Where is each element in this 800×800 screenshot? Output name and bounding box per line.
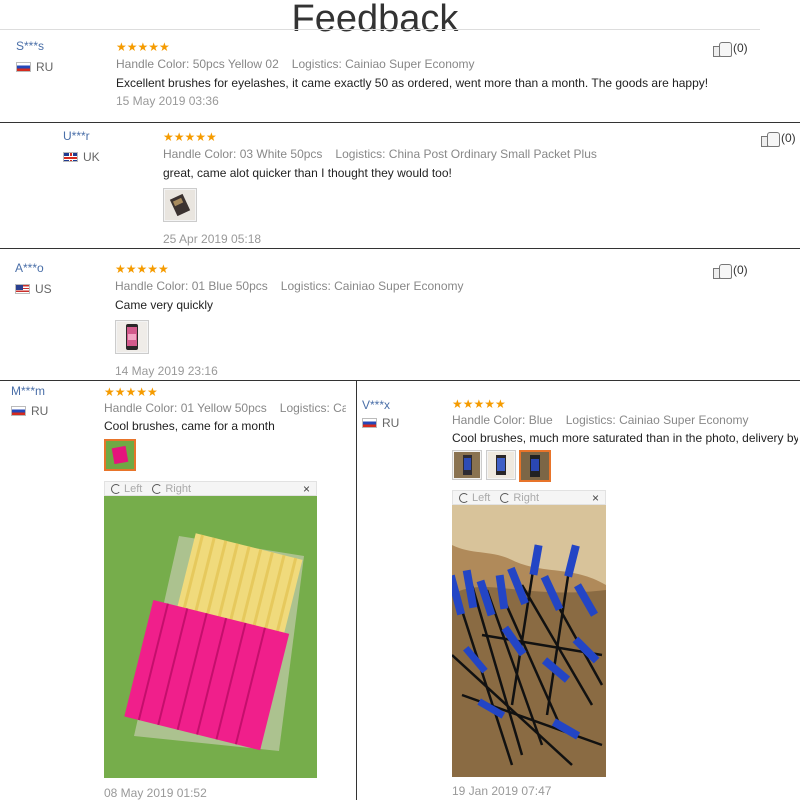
reviewer-name[interactable]: V***x — [362, 398, 390, 412]
handle-color: Handle Color: 03 White 50pcs — [163, 147, 323, 161]
review-text: Came very quickly — [115, 298, 214, 312]
logistics: Logistics: Cainiao Super Economy — [280, 279, 464, 293]
helpful-count: (0) — [733, 263, 748, 277]
review-text: great, came alot quicker than I thought … — [163, 166, 452, 180]
review-photo-thumbnail[interactable] — [115, 320, 149, 354]
rotate-left-icon — [111, 483, 121, 494]
handle-color: Handle Color: 01 Blue 50pcs — [115, 279, 268, 293]
review-photo-image — [521, 452, 549, 480]
reviewer-name[interactable]: M***m — [11, 384, 45, 398]
review-date: 25 Apr 2019 05:18 — [163, 232, 262, 246]
helpful-button[interactable]: (0) — [761, 131, 796, 147]
reviewer-country: UK — [63, 150, 100, 164]
rotate-right-button[interactable]: Right — [152, 483, 191, 495]
review-date: 15 May 2019 03:36 — [116, 94, 219, 108]
review-photo-image — [454, 452, 480, 478]
rotate-left-button[interactable]: Left — [459, 492, 490, 504]
review-date: 08 May 2019 01:52 — [104, 786, 207, 800]
review-photo-image — [488, 452, 514, 478]
close-icon[interactable]: × — [303, 482, 310, 496]
reviewer-country: RU — [11, 404, 48, 418]
order-meta: Handle Color: 01 Blue 50pcs Logistics: Ca… — [115, 279, 464, 293]
column-divider — [356, 380, 357, 800]
rotate-left-button[interactable]: Left — [111, 483, 142, 495]
review-photo-image — [165, 190, 195, 220]
russia-flag-icon — [11, 406, 26, 416]
rotate-right-icon — [500, 492, 511, 503]
thumbs-up-icon — [713, 263, 732, 279]
us-flag-icon — [15, 284, 30, 294]
logistics: Logistics: Cain — [279, 401, 346, 415]
enlarged-photo-image — [452, 505, 606, 777]
rotate-right-button[interactable]: Right — [500, 492, 539, 504]
review-photo-thumbnail[interactable] — [104, 439, 136, 471]
page-title: Feedback — [291, 0, 459, 40]
review-text: Excellent brushes for eyelashes, it came… — [116, 76, 709, 90]
handle-color: Handle Color: Blue — [452, 413, 553, 427]
review-date: 14 May 2019 23:16 — [115, 364, 218, 378]
helpful-count: (0) — [781, 131, 796, 145]
title-divider — [0, 29, 760, 30]
order-meta: Handle Color: 03 White 50pcs Logistics: C… — [163, 147, 597, 161]
country-code: UK — [83, 150, 100, 164]
review-photo-image — [117, 322, 147, 352]
enlarged-review-photo — [452, 505, 606, 777]
rating-stars: ★★★★★ — [115, 262, 169, 276]
reviewer-country: RU — [362, 416, 399, 430]
enlarged-photo-image — [104, 496, 317, 778]
review-text: Cool brushes, much more saturated than i… — [452, 431, 798, 445]
rotate-left-icon — [459, 492, 469, 503]
country-code: RU — [36, 60, 54, 74]
rating-stars: ★★★★★ — [104, 385, 158, 399]
reviewer-country: RU — [16, 60, 53, 74]
handle-color: Handle Color: 50pcs Yellow 02 — [116, 57, 279, 71]
rotate-right-icon — [152, 483, 163, 494]
helpful-button[interactable]: (0) — [713, 263, 748, 279]
enlarged-review-photo — [104, 496, 317, 778]
divider — [0, 122, 800, 123]
review-photo-image — [106, 441, 134, 469]
reviewer-name[interactable]: U***r — [63, 129, 90, 143]
russia-flag-icon — [362, 418, 377, 428]
photo-viewer-toolbar: Left Right × — [104, 481, 317, 496]
close-icon[interactable]: × — [592, 491, 599, 505]
divider — [0, 248, 800, 249]
rating-stars: ★★★★★ — [163, 130, 217, 144]
logistics: Logistics: China Post Ordinary Small Pac… — [335, 147, 597, 161]
order-meta: Handle Color: 01 Yellow 50pcs Logistics: … — [104, 401, 346, 415]
helpful-button[interactable]: (0) — [713, 41, 748, 57]
logistics: Logistics: Cainiao Super Economy — [291, 57, 475, 71]
review-text: Cool brushes, came for a month — [104, 419, 275, 433]
rating-stars: ★★★★★ — [116, 40, 170, 54]
country-code: RU — [382, 416, 400, 430]
photo-viewer-toolbar: Left Right × — [452, 490, 606, 505]
reviewer-name[interactable]: A***o — [15, 261, 44, 275]
order-meta: Handle Color: Blue Logistics: Cainiao Sup… — [452, 413, 749, 427]
divider — [0, 380, 800, 381]
uk-flag-icon — [63, 152, 78, 162]
review-photo-thumbnail[interactable] — [452, 450, 482, 480]
reviewer-name[interactable]: S***s — [16, 39, 44, 53]
review-photo-thumbnail[interactable] — [519, 450, 551, 482]
country-code: US — [35, 282, 52, 296]
handle-color: Handle Color: 01 Yellow 50pcs — [104, 401, 267, 415]
rating-stars: ★★★★★ — [452, 397, 506, 411]
review-photo-thumbnail[interactable] — [486, 450, 516, 480]
review-photo-thumbnail[interactable] — [163, 188, 197, 222]
review-date: 19 Jan 2019 07:47 — [452, 784, 552, 798]
order-meta: Handle Color: 50pcs Yellow 02 Logistics: … — [116, 57, 475, 71]
thumbs-up-icon — [713, 41, 732, 57]
logistics: Logistics: Cainiao Super Economy — [565, 413, 749, 427]
reviewer-country: US — [15, 282, 52, 296]
thumbs-up-icon — [761, 131, 780, 147]
helpful-count: (0) — [733, 41, 748, 55]
country-code: RU — [31, 404, 49, 418]
russia-flag-icon — [16, 62, 31, 72]
